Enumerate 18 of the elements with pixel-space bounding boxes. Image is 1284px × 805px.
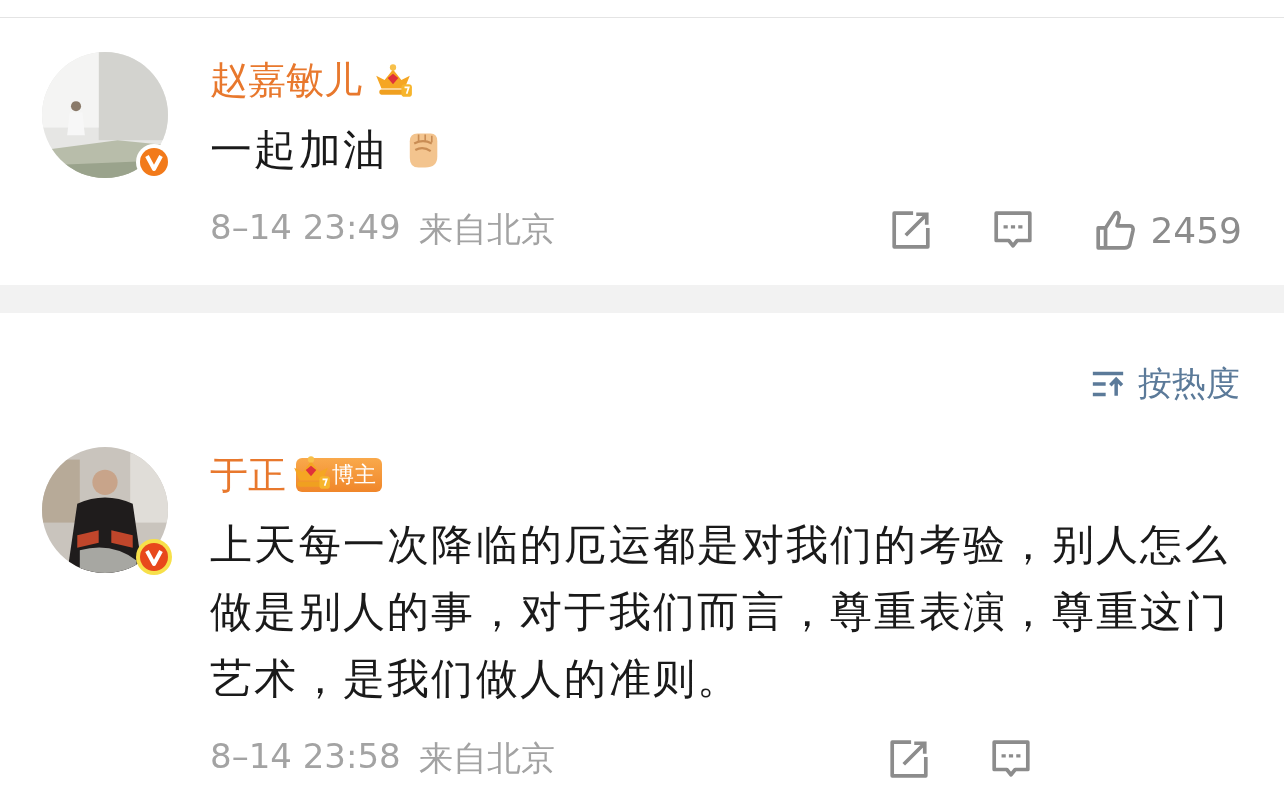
comment-text: 上天每一次降临的厄运都是对我们的考验，别人怎么做是别人的事，对于我们而言，尊重表演，尊重这门艺术，是我们做人的准则。	[210, 519, 1230, 705]
comment-icon[interactable]	[992, 209, 1035, 251]
verified-icon	[134, 537, 174, 577]
user-name[interactable]: 赵嘉敏儿	[210, 54, 362, 106]
timestamp: 8–14 23:49	[210, 207, 401, 249]
comment-text: 一起加油	[210, 124, 388, 176]
share-icon[interactable]	[890, 209, 933, 251]
share-icon[interactable]	[888, 738, 930, 780]
location-text: 来自北京	[418, 208, 555, 251]
sort-button[interactable]: 按热度	[1090, 361, 1240, 407]
sort-icon	[1090, 370, 1126, 398]
badge-label: 博主	[332, 461, 376, 489]
comment-icon[interactable]	[990, 738, 1032, 780]
user-name[interactable]: 于正	[210, 449, 286, 501]
location-text: 来自北京	[418, 737, 555, 780]
like-button[interactable]: 2459	[1094, 209, 1242, 251]
thumbs-up-icon	[1094, 209, 1137, 251]
timestamp: 8–14 23:58	[210, 736, 401, 778]
